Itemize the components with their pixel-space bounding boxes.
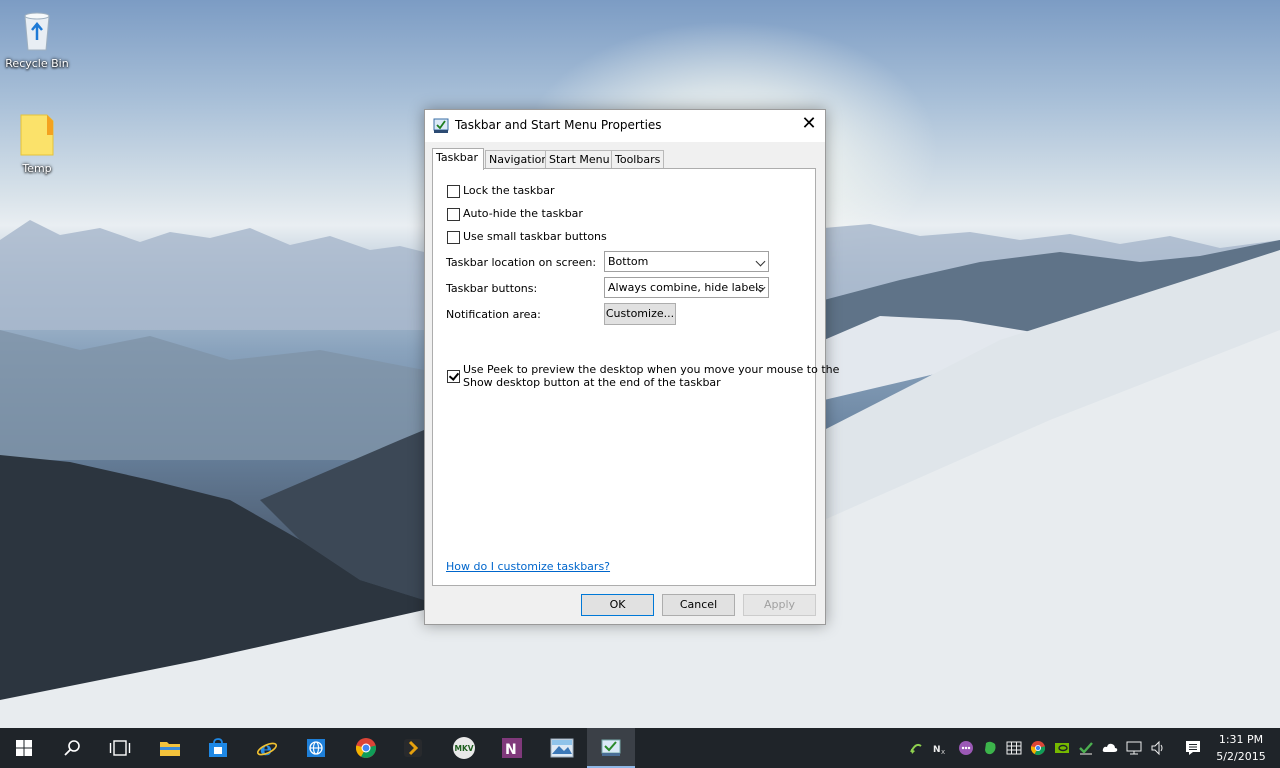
chrome-icon [1030, 741, 1046, 755]
nvidia-icon [1055, 743, 1069, 753]
onenote-icon: N [502, 738, 522, 758]
location-select[interactable]: Bottom [604, 251, 769, 272]
svg-text:MKV: MKV [455, 744, 474, 753]
location-value: Bottom [608, 255, 649, 268]
plex-icon [404, 739, 422, 757]
customize-button[interactable]: Customize... [604, 303, 676, 325]
tab-taskbar[interactable]: Taskbar [432, 148, 484, 170]
ok-button[interactable]: OK [581, 594, 654, 616]
internet-explorer-button[interactable]: e [243, 728, 291, 768]
notification-area-label: Notification area: [446, 308, 541, 321]
notifications-icon [1186, 741, 1200, 755]
chrome-icon [355, 738, 377, 758]
close-button[interactable]: ✕ [793, 110, 825, 140]
tray-app-icon[interactable] [958, 740, 974, 756]
task-view-button[interactable] [96, 728, 144, 768]
recycle-bin-icon [24, 12, 50, 51]
taskbar: e MKV N N x 1:31 PM 5/2/2015 [0, 728, 1280, 768]
start-button[interactable] [0, 728, 48, 768]
svg-text:N: N [505, 742, 517, 758]
clock-time: 1:31 PM [1218, 733, 1264, 746]
globe-button[interactable] [292, 728, 340, 768]
recycle-bin-shortcut[interactable]: Recycle Bin [1, 8, 73, 70]
tab-navigation[interactable]: Navigation [485, 150, 548, 169]
chrome-button[interactable] [342, 728, 390, 768]
mkv-button[interactable]: MKV [440, 728, 488, 768]
photos-button[interactable] [538, 728, 586, 768]
tab-start-menu[interactable]: Start Menu [545, 150, 615, 169]
temp-label: Temp [22, 162, 52, 175]
task-view-icon [109, 740, 131, 756]
action-center-button[interactable] [1185, 740, 1201, 756]
tray-onedrive-icon[interactable] [1102, 740, 1118, 756]
cancel-button[interactable]: Cancel [662, 594, 735, 616]
photos-icon [550, 738, 574, 758]
elephant-icon [985, 741, 996, 755]
svg-text:x: x [941, 748, 945, 756]
taskbar-tab-pane: Lock the taskbar Auto-hide the taskbar U… [432, 168, 839, 586]
tray-checkmark-icon[interactable] [1078, 740, 1094, 756]
checkbox-box[interactable] [447, 208, 460, 221]
taskbar-buttons-value: Always combine, hide labels [608, 281, 764, 294]
taskbar-buttons-select[interactable]: Always combine, hide labels [604, 277, 769, 298]
check-icon [1079, 742, 1093, 755]
onenote-button[interactable]: N [488, 728, 536, 768]
dialog-title: Taskbar and Start Menu Properties [455, 118, 662, 132]
svg-text:N: N [933, 745, 941, 755]
location-label: Taskbar location on screen: [446, 256, 597, 269]
file-icon [20, 114, 54, 156]
lock-taskbar-label: Lock the taskbar [463, 184, 555, 197]
internet-explorer-icon: e [256, 738, 278, 759]
tray-chrome-icon[interactable] [1030, 740, 1046, 756]
tray-network-icon[interactable] [1126, 740, 1142, 756]
taskbar-properties-icon [433, 118, 449, 133]
network-icon [1126, 741, 1142, 755]
close-icon: ✕ [801, 113, 817, 134]
auto-hide-label: Auto-hide the taskbar [463, 207, 583, 220]
tray-refresh-icon[interactable] [908, 740, 924, 756]
tray-volume-icon[interactable] [1150, 740, 1166, 756]
globe-icon [307, 739, 325, 757]
svg-text:e: e [260, 738, 272, 759]
start-icon [16, 740, 32, 756]
speaker-icon [1151, 740, 1163, 756]
checkbox-box-checked[interactable] [447, 370, 460, 383]
clock[interactable]: 1:31 PM 5/2/2015 [1208, 731, 1274, 765]
plex-button[interactable] [389, 728, 437, 768]
store-icon [209, 738, 227, 757]
chat-icon [959, 741, 973, 755]
small-buttons-label: Use small taskbar buttons [463, 230, 607, 243]
grid-icon [1006, 741, 1022, 755]
checkbox-box[interactable] [447, 185, 460, 198]
file-explorer-button[interactable] [146, 728, 194, 768]
temp-folder-shortcut[interactable]: Temp [1, 113, 73, 175]
peek-label-line1: Use Peek to preview the desktop when you… [463, 363, 840, 376]
taskbar-properties-dialog: Taskbar and Start Menu Properties ✕ Task… [424, 109, 839, 625]
apply-button[interactable]: Apply [743, 594, 816, 616]
tab-toolbars[interactable]: Toolbars [611, 150, 664, 169]
peek-label-line2: Show desktop button at the end of the ta… [463, 376, 721, 389]
sync-icon [910, 743, 922, 754]
clock-date: 5/2/2015 [1216, 750, 1266, 763]
taskbar-buttons-label: Taskbar buttons: [446, 282, 538, 295]
tray-evernote-icon[interactable] [982, 740, 998, 756]
store-button[interactable] [194, 728, 242, 768]
cloud-icon [1102, 743, 1118, 752]
recycle-bin-label: Recycle Bin [5, 57, 69, 70]
taskbar-properties-button[interactable] [587, 728, 635, 768]
checkbox-box[interactable] [447, 231, 460, 244]
search-icon [64, 740, 80, 756]
file-explorer-icon [160, 742, 180, 756]
mkv-icon: MKV [453, 737, 475, 759]
tray-grid-icon[interactable] [1006, 740, 1022, 756]
chevron-down-icon [755, 256, 766, 267]
taskbar-properties-icon [601, 739, 621, 756]
tray-nvidia-icon[interactable] [1054, 740, 1070, 756]
tray-nvidia-settings-icon[interactable]: Nx [933, 740, 949, 756]
nx-icon: Nx [933, 745, 945, 756]
dialog-titlebar[interactable]: Taskbar and Start Menu Properties ✕ [425, 110, 825, 142]
search-button[interactable] [48, 728, 96, 768]
help-link[interactable]: How do I customize taskbars? [446, 560, 610, 573]
